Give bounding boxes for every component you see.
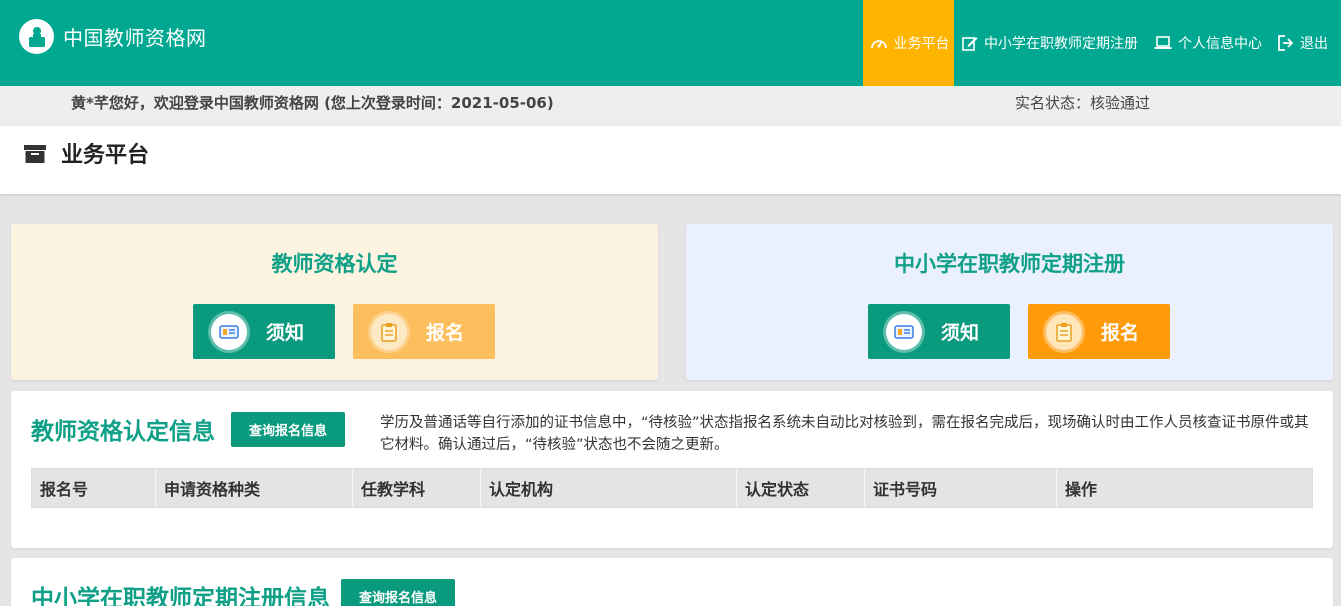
nav-logout[interactable]: 退出 — [1270, 0, 1341, 86]
card-title: 中小学在职教师定期注册 — [894, 252, 1125, 276]
registration-signup-button[interactable]: 报名 — [1028, 304, 1170, 359]
card-title: 教师资格认定 — [271, 252, 398, 276]
logout-icon — [1278, 35, 1294, 51]
site-name: 中国教师资格网 — [63, 26, 207, 50]
column-header: 操作 — [1065, 480, 1098, 499]
column-header: 认定状态 — [737, 469, 865, 507]
button-label: 须知 — [941, 322, 980, 344]
top-nav: 业务平台 中小学在职教师定期注册 个人信息中心 退出 — [863, 0, 1341, 86]
column-header: 认定机构 — [481, 469, 737, 507]
query-signup-info-button[interactable]: 查询报名信息 — [341, 579, 455, 606]
qualification-signup-button[interactable]: 报名 — [353, 304, 495, 359]
nav-teacher-registration[interactable]: 中小学在职教师定期注册 — [954, 0, 1146, 86]
column-header: 任教学科 — [353, 469, 481, 507]
button-label: 须知 — [266, 322, 305, 344]
page-title-bar: 业务平台 — [0, 126, 1341, 194]
clipboard-icon — [1046, 313, 1082, 350]
button-label: 报名 — [1101, 322, 1140, 344]
column-header: 申请资格种类 — [156, 469, 353, 507]
archive-icon — [24, 144, 46, 168]
registration-info-section: 中小学在职教师定期注册信息 查询报名信息 — [11, 558, 1333, 606]
registration-card: 中小学在职教师定期注册 须知 报名 — [686, 224, 1333, 380]
id-card-icon — [886, 313, 922, 350]
nav-label: 退出 — [1300, 36, 1328, 52]
nav-label: 业务平台 — [893, 36, 950, 52]
laptop-icon — [1154, 36, 1172, 49]
id-card-icon — [211, 313, 247, 350]
edit-icon — [962, 37, 978, 51]
qualification-info-section: 教师资格认定信息 查询报名信息 学历及普通话等自行添加的证书信息中，“待核验”状… — [11, 391, 1333, 548]
dashboard-icon — [870, 40, 887, 49]
nav-label: 中小学在职教师定期注册 — [984, 36, 1138, 52]
top-header: 中国教师资格网 业务平台 中小学在职教师定期注册 个人信息中心 退出 — [0, 0, 1341, 86]
page-title: 业务平台 — [61, 143, 150, 168]
info-table-header: 报名号 申请资格种类 任教学科 认定机构 认定状态 证书号码 操作 — [31, 468, 1313, 508]
nav-personal-center[interactable]: 个人信息中心 — [1146, 0, 1270, 86]
welcome-bar: 黄*芊您好，欢迎登录中国教师资格网 (您上次登录时间：2021-05-06) 实… — [0, 86, 1341, 126]
teacher-logo-icon — [19, 19, 54, 54]
welcome-message: 黄*芊您好，欢迎登录中国教师资格网 (您上次登录时间：2021-05-06) — [71, 94, 554, 112]
qualification-card: 教师资格认定 须知 报名 — [11, 224, 658, 380]
query-signup-info-button[interactable]: 查询报名信息 — [231, 412, 345, 447]
nav-business-platform[interactable]: 业务平台 — [863, 0, 954, 86]
nav-label: 个人信息中心 — [1178, 36, 1262, 52]
button-label: 报名 — [426, 322, 465, 344]
notice-text: 学历及普通话等自行添加的证书信息中，“待核验”状态指报名系统未自动比对核验到，需… — [380, 415, 1309, 453]
section-title: 中小学在职教师定期注册信息 — [31, 586, 330, 606]
clipboard-icon — [371, 313, 407, 350]
column-header: 证书号码 — [865, 469, 1057, 507]
verification-status: 实名状态：核验通过 — [1015, 94, 1151, 112]
qualification-notice-button[interactable]: 须知 — [193, 304, 335, 359]
section-title: 教师资格认定信息 — [31, 419, 215, 445]
site-logo[interactable]: 中国教师资格网 — [19, 19, 207, 54]
registration-notice-button[interactable]: 须知 — [868, 304, 1010, 359]
column-header: 报名号 — [32, 469, 156, 507]
